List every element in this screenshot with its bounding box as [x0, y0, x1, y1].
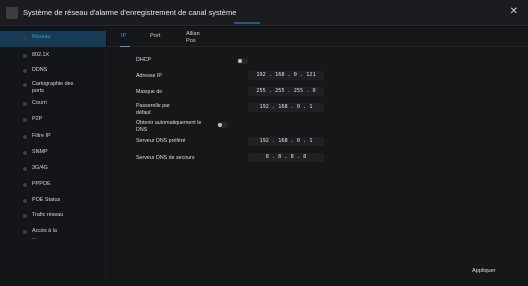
sidebar-item-label: P2P [32, 116, 43, 122]
main-content: IP Port Allian Pos DHCP Adresse IP 192 .… [107, 27, 528, 286]
sidebar-item-port-mapping[interactable]: Cartographie des ports [0, 78, 106, 98]
dhcp-label: DHCP [136, 57, 152, 63]
sidebar-item-label: PPPOE [32, 181, 51, 187]
sidebar-item-access[interactable]: Accès à la ... [0, 225, 106, 243]
sidebar-item-pppoe[interactable]: PPPOE [0, 178, 106, 194]
sidebar-item-label: 802.1X [32, 52, 50, 58]
sidebar-item-reseau[interactable]: Réseau [0, 31, 106, 47]
ip-address-field[interactable]: 192 . 168 . 0 . 121 [248, 71, 324, 80]
sidebar-item-label: Cartographie des ports [32, 81, 74, 94]
alternate-dns-label: Serveur DNS de secours [136, 155, 195, 161]
sidebar-item-label: Trafic réseau [32, 212, 64, 218]
bullet-icon [23, 102, 27, 106]
sidebar: Réseau 802.1X DDNS Cartographie des port… [0, 27, 106, 286]
sidebar-item-label: Réseau [32, 34, 51, 40]
bullet-icon [23, 54, 27, 58]
bullet-icon [23, 214, 27, 218]
bullet-icon [23, 151, 27, 155]
sidebar-item-p2p[interactable]: P2P [0, 113, 106, 129]
bullet-icon [23, 135, 27, 139]
subnet-mask-label: Masque de [136, 89, 163, 95]
preferred-dns-field[interactable]: 192 . 168 . 0 . 1 [248, 137, 324, 146]
bullet-icon [23, 199, 27, 203]
title-bar: Système de réseau d'alarme d'enregistrem… [0, 0, 528, 26]
tab-ip[interactable]: IP [121, 33, 126, 40]
active-tab-indicator [120, 46, 130, 47]
sidebar-item-network-traffic[interactable]: Trafic réseau [0, 209, 106, 225]
sidebar-item-courriel[interactable]: Courri [0, 97, 106, 113]
apply-button-label: Appliquer [472, 268, 496, 274]
bullet-icon [23, 118, 27, 122]
sidebar-item-label: Courri [32, 100, 47, 106]
gateway-field[interactable]: 192 . 168 . 0 . 1 [248, 103, 324, 112]
bullet-icon [23, 167, 27, 171]
auto-dns-toggle[interactable] [217, 122, 228, 128]
sidebar-item-snmp[interactable]: SNMP [0, 146, 106, 162]
alternate-dns-field[interactable]: 8 . 8 . 8 . 8 [248, 153, 324, 162]
sidebar-item-label: DDNS [32, 67, 48, 73]
tab-allian-pos[interactable]: Allian Pos [186, 31, 206, 42]
sidebar-item-poe-status[interactable]: POE Status [0, 194, 106, 210]
bullet-icon [23, 83, 27, 87]
tab-bar: IP Port Allian Pos [107, 27, 528, 47]
tab-port[interactable]: Port [150, 33, 160, 40]
dhcp-toggle[interactable] [237, 58, 248, 64]
app-icon [6, 7, 18, 19]
ip-address-label: Adresse IP [136, 73, 162, 79]
window-title: Système de réseau d'alarme d'enregistrem… [23, 8, 237, 17]
sidebar-item-label: Accès à la ... [32, 228, 57, 241]
close-icon[interactable]: ✕ [510, 6, 518, 17]
sidebar-item-label: 3G/4G [32, 165, 48, 171]
bullet-icon [23, 69, 27, 73]
sidebar-item-label: Filtre IP [32, 133, 51, 139]
sidebar-item-label: SNMP [32, 149, 48, 155]
sidebar-item-ip-filter[interactable]: Filtre IP [0, 130, 106, 146]
sidebar-item-label: POE Status [32, 197, 61, 203]
preferred-dns-label: Serveur DNS préféré [136, 138, 186, 144]
title-accent-bar [234, 22, 260, 24]
auto-dns-label: Obtenir automatiquement le DNS [136, 120, 202, 132]
bullet-icon [23, 230, 27, 234]
sidebar-item-8021x[interactable]: 802.1X [0, 49, 106, 65]
apply-button[interactable]: Appliquer [472, 268, 512, 282]
gateway-label: Passerelle par défaut [136, 103, 170, 116]
bullet-icon [23, 36, 27, 40]
subnet-mask-field[interactable]: 255 . 255 . 255 . 0 [248, 87, 324, 96]
bullet-icon [23, 183, 27, 187]
sidebar-item-3g4g[interactable]: 3G/4G [0, 162, 106, 178]
